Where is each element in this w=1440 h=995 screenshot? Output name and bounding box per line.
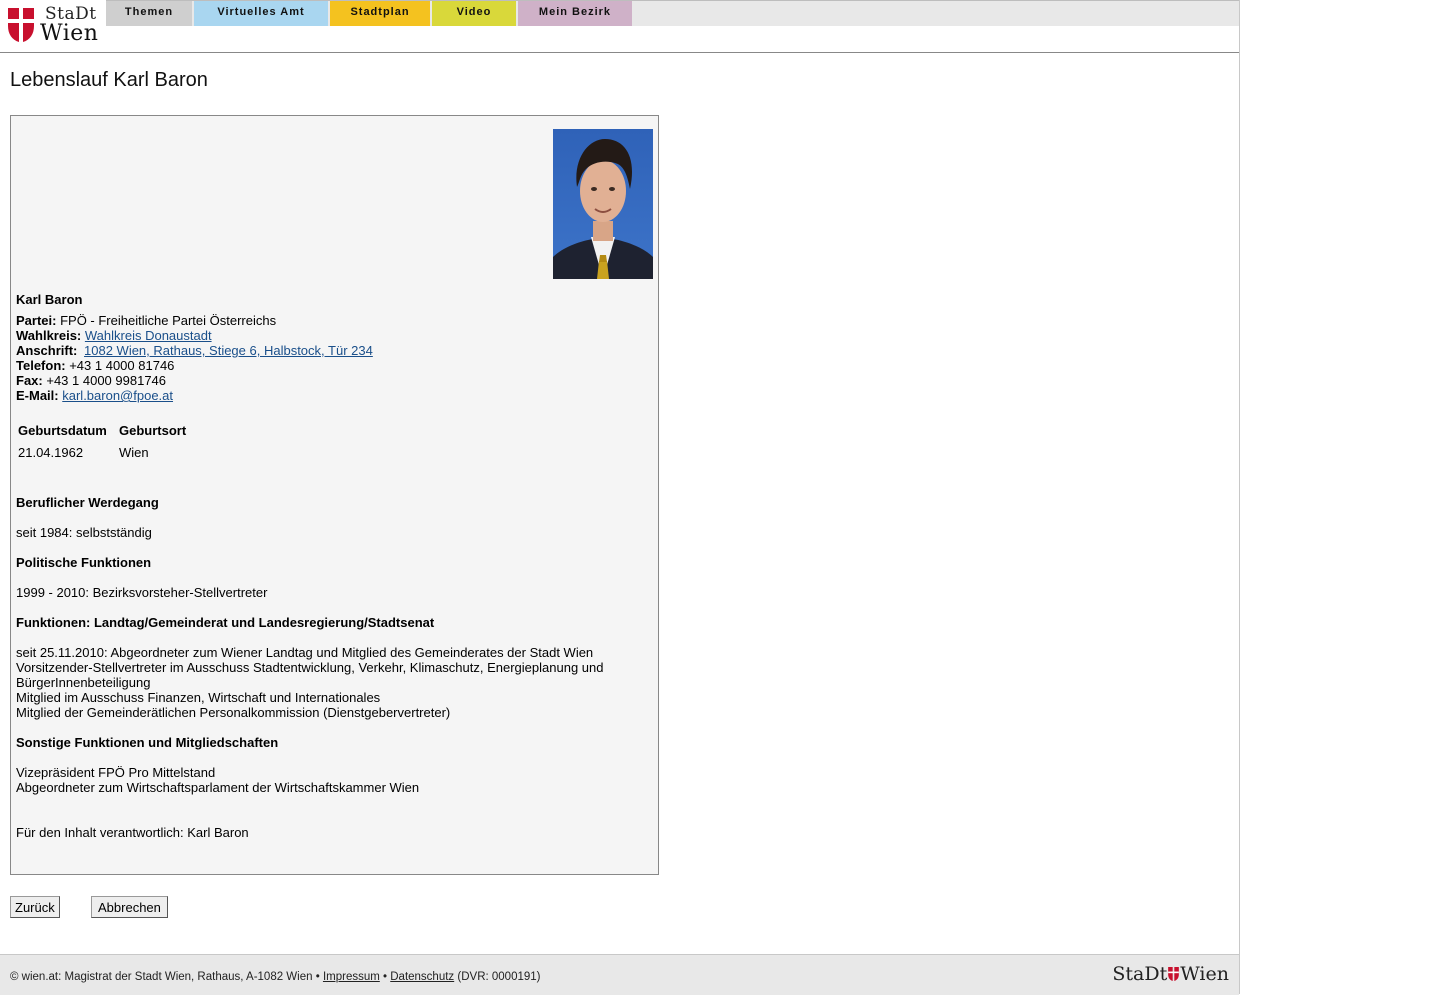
footer-text: © wien.at: Magistrat der Stadt Wien, Rat…	[10, 971, 541, 983]
wien-shield-icon	[8, 8, 34, 42]
footer-dvr: (DVR: 0000191)	[457, 971, 541, 983]
section-heading-landtag: Funktionen: Landtag/Gemeinderat und Land…	[16, 615, 435, 630]
footer-stadt-wien-logo: StaDt Wien	[1112, 963, 1229, 985]
content-responsibility: Für den Inhalt verantwortlich: Karl Baro…	[16, 825, 249, 840]
footer-logo-right: Wien	[1180, 963, 1229, 985]
profile-name: Karl Baron	[16, 292, 83, 307]
landtag-line: Mitglied im Ausschuss Finanzen, Wirtscha…	[16, 690, 381, 705]
footer-copyright: © wien.at: Magistrat der Stadt Wien, Rat…	[10, 971, 320, 983]
telefon-value: +43 1 4000 81746	[69, 358, 175, 373]
wahlkreis-label: Wahlkreis:	[16, 328, 82, 343]
sonstige-line: Abgeordneter zum Wirtschaftsparlament de…	[16, 780, 420, 795]
fax-value: +43 1 4000 9981746	[46, 373, 167, 388]
email-link[interactable]: karl.baron@fpoe.at	[62, 388, 173, 403]
table-header-geburtsort: Geburtsort	[119, 423, 187, 438]
fax-line: Fax: +43 1 4000 9981746	[16, 373, 166, 388]
nav-tab-mein-bezirk[interactable]: Mein Bezirk	[518, 1, 632, 26]
logo-bottom-text: Wien	[40, 21, 99, 46]
profile-card: Karl Baron Partei: FPÖ - Freiheitliche P…	[10, 115, 659, 875]
wahlkreis-line: Wahlkreis: Wahlkreis Donaustadt	[16, 328, 212, 343]
top-navigation: Themen Virtuelles Amt Stadtplan Video Me…	[106, 0, 1239, 26]
landtag-line: Vorsitzender-Stellvertreter im Ausschuss…	[16, 660, 604, 675]
fax-label: Fax:	[16, 373, 43, 388]
landtag-line: Mitglied der Gemeinderätlichen Personalk…	[16, 705, 451, 720]
sonstige-line: Vizepräsident FPÖ Pro Mittelstand	[16, 765, 216, 780]
telefon-line: Telefon: +43 1 4000 81746	[16, 358, 174, 373]
stadt-wien-logo[interactable]: StaDt Wien	[0, 0, 106, 50]
landtag-line: seit 25.11.2010: Abgeordneter zum Wiener…	[16, 645, 594, 660]
footer-separator: •	[383, 971, 388, 983]
header-divider	[0, 52, 1239, 53]
footer: © wien.at: Magistrat der Stadt Wien, Rat…	[0, 954, 1239, 995]
anschrift-link[interactable]: 1082 Wien, Rathaus, Stiege 6, Halbstock,…	[84, 343, 373, 358]
section-heading-politik: Politische Funktionen	[16, 555, 152, 570]
table-cell-geburtsort: Wien	[119, 445, 149, 460]
page: StaDt Wien Themen Virtuelles Amt Stadtpl…	[0, 0, 1240, 995]
datenschutz-link[interactable]: Datenschutz	[390, 971, 454, 983]
politik-line: 1999 - 2010: Bezirksvorsteher-Stellvertr…	[16, 585, 268, 600]
wahlkreis-link[interactable]: Wahlkreis Donaustadt	[85, 328, 212, 343]
cancel-button[interactable]: Abbrechen	[91, 896, 168, 918]
table-header-geburtsdatum: Geburtsdatum	[18, 423, 107, 438]
back-button[interactable]: Zurück	[10, 896, 60, 918]
table-cell-geburtsdatum: 21.04.1962	[18, 445, 84, 460]
impressum-link[interactable]: Impressum	[323, 971, 380, 983]
anschrift-label: Anschrift:	[16, 343, 78, 358]
page-title: Lebenslauf Karl Baron	[10, 69, 208, 91]
footer-logo-left: StaDt	[1112, 963, 1168, 985]
beruf-line: seit 1984: selbstständig	[16, 525, 152, 540]
email-line: E-Mail: karl.baron@fpoe.at	[16, 388, 173, 403]
partei-value: FPÖ - Freiheitliche Partei Österreichs	[60, 313, 277, 328]
footer-wien-shield-icon	[1168, 967, 1180, 981]
anschrift-line: Anschrift: 1082 Wien, Rathaus, Stiege 6,…	[16, 343, 373, 358]
partei-label: Partei:	[16, 313, 57, 328]
partei-line: Partei: FPÖ - Freiheitliche Partei Öster…	[16, 313, 276, 328]
nav-tab-themen[interactable]: Themen	[106, 1, 192, 26]
nav-tab-video[interactable]: Video	[432, 1, 516, 26]
nav-tab-stadtplan[interactable]: Stadtplan	[330, 1, 430, 26]
email-label: E-Mail:	[16, 388, 59, 403]
landtag-line: BürgerInnenbeteiligung	[16, 675, 151, 690]
nav-tab-virtuelles-amt[interactable]: Virtuelles Amt	[194, 1, 328, 26]
section-heading-sonstige: Sonstige Funktionen und Mitgliedschaften	[16, 735, 279, 750]
telefon-label: Telefon:	[16, 358, 66, 373]
section-heading-beruf: Beruflicher Werdegang	[16, 495, 159, 510]
portrait-photo	[553, 129, 653, 279]
